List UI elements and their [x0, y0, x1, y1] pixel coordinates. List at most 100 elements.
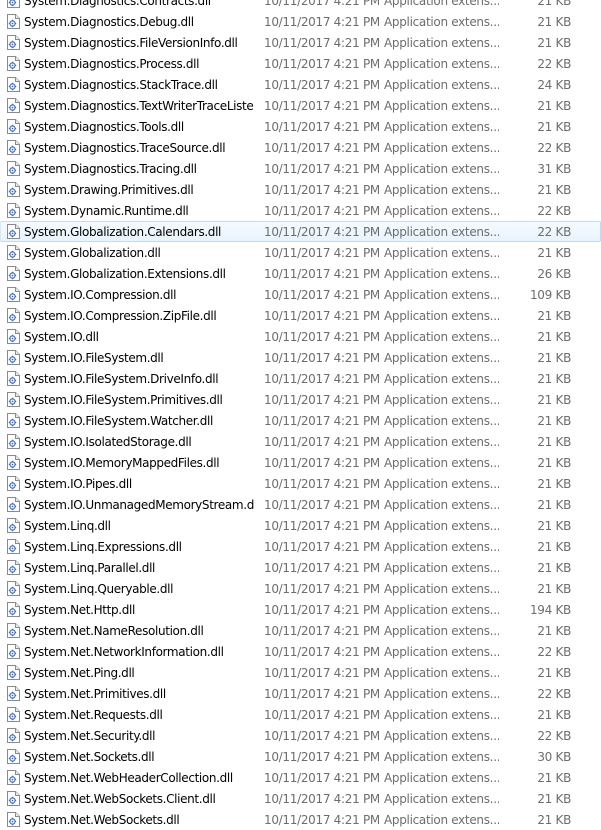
file-name: System.IO.IsolatedStorage.dll: [24, 435, 192, 449]
file-row[interactable]: System.Diagnostics.Debug.dll 10/11/2017 …: [0, 11, 601, 32]
file-row[interactable]: System.Diagnostics.Tracing.dll 10/11/201…: [0, 158, 601, 179]
file-row[interactable]: System.Dynamic.Runtime.dll 10/11/2017 4:…: [0, 200, 601, 221]
file-row[interactable]: System.Net.WebSockets.dll 10/11/2017 4:2…: [0, 809, 601, 830]
dll-file-icon: [7, 686, 20, 701]
file-date-modified: 10/11/2017 4:21 PM: [264, 0, 379, 8]
file-size: 21 KB: [537, 36, 571, 50]
file-row[interactable]: System.Net.Requests.dll 10/11/2017 4:21 …: [0, 704, 601, 725]
dll-file-icon: [7, 623, 20, 638]
file-name: System.Net.Ping.dll: [24, 666, 135, 680]
file-row[interactable]: System.IO.Pipes.dll 10/11/2017 4:21 PM A…: [0, 473, 601, 494]
dll-file-icon: [7, 728, 20, 743]
file-name: System.Linq.dll: [24, 519, 111, 533]
file-date-modified: 10/11/2017 4:21 PM: [264, 582, 379, 596]
file-date-modified: 10/11/2017 4:21 PM: [264, 456, 379, 470]
file-row[interactable]: System.Net.Ping.dll 10/11/2017 4:21 PM A…: [0, 662, 601, 683]
file-name: System.Net.WebSockets.Client.dll: [24, 792, 216, 806]
file-row[interactable]: System.Linq.Queryable.dll 10/11/2017 4:2…: [0, 578, 601, 599]
dll-file-icon: [7, 581, 20, 596]
file-row[interactable]: System.IO.UnmanagedMemoryStream.dll 10/1…: [0, 494, 601, 515]
file-row[interactable]: System.Net.Primitives.dll 10/11/2017 4:2…: [0, 683, 601, 704]
dll-file-icon: [7, 791, 20, 806]
file-size: 21 KB: [537, 666, 571, 680]
file-size: 22 KB: [537, 729, 571, 743]
file-type: Application extens...: [384, 792, 499, 806]
dll-file-icon: [7, 560, 20, 575]
file-date-modified: 10/11/2017 4:21 PM: [264, 540, 379, 554]
file-row[interactable]: System.Linq.dll 10/11/2017 4:21 PM Appli…: [0, 515, 601, 536]
file-row[interactable]: System.Net.Http.dll 10/11/2017 4:21 PM A…: [0, 599, 601, 620]
file-name: System.Net.WebHeaderCollection.dll: [24, 771, 233, 785]
dll-file-icon: [7, 455, 20, 470]
file-row[interactable]: System.IO.Compression.dll 10/11/2017 4:2…: [0, 284, 601, 305]
file-name: System.IO.FileSystem.dll: [24, 351, 164, 365]
file-row[interactable]: System.IO.dll 10/11/2017 4:21 PM Applica…: [0, 326, 601, 347]
file-row[interactable]: System.Drawing.Primitives.dll 10/11/2017…: [0, 179, 601, 200]
file-row[interactable]: System.Net.Sockets.dll 10/11/2017 4:21 P…: [0, 746, 601, 767]
file-date-modified: 10/11/2017 4:21 PM: [264, 225, 379, 239]
file-row[interactable]: System.Diagnostics.StackTrace.dll 10/11/…: [0, 74, 601, 95]
file-size: 21 KB: [537, 0, 571, 8]
file-size: 194 KB: [529, 603, 571, 617]
file-row[interactable]: System.Diagnostics.Process.dll 10/11/201…: [0, 53, 601, 74]
file-row[interactable]: System.Diagnostics.TraceSource.dll 10/11…: [0, 137, 601, 158]
file-row[interactable]: System.Linq.Parallel.dll 10/11/2017 4:21…: [0, 557, 601, 578]
dll-file-icon: [7, 749, 20, 764]
file-date-modified: 10/11/2017 4:21 PM: [264, 645, 379, 659]
file-row[interactable]: System.Diagnostics.Contracts.dll 10/11/2…: [0, 0, 601, 11]
file-size: 21 KB: [537, 561, 571, 575]
file-row[interactable]: System.IO.Compression.ZipFile.dll 10/11/…: [0, 305, 601, 326]
file-row[interactable]: System.IO.IsolatedStorage.dll 10/11/2017…: [0, 431, 601, 452]
file-row[interactable]: System.Diagnostics.TextWriterTraceListe.…: [0, 95, 601, 116]
file-row[interactable]: System.Globalization.dll 10/11/2017 4:21…: [0, 242, 601, 263]
file-type: Application extens...: [384, 393, 499, 407]
file-date-modified: 10/11/2017 4:21 PM: [264, 624, 379, 638]
file-type: Application extens...: [384, 540, 499, 554]
file-size: 22 KB: [537, 225, 571, 239]
file-row[interactable]: System.IO.FileSystem.DriveInfo.dll 10/11…: [0, 368, 601, 389]
file-row[interactable]: System.Diagnostics.FileVersionInfo.dll 1…: [0, 32, 601, 53]
file-type: Application extens...: [384, 456, 499, 470]
file-type: Application extens...: [384, 687, 499, 701]
file-name: System.IO.dll: [24, 330, 99, 344]
file-row[interactable]: System.Diagnostics.Tools.dll 10/11/2017 …: [0, 116, 601, 137]
file-row[interactable]: System.Globalization.Extensions.dll 10/1…: [0, 263, 601, 284]
file-date-modified: 10/11/2017 4:21 PM: [264, 435, 379, 449]
file-size: 30 KB: [537, 750, 571, 764]
dll-file-icon: [7, 119, 20, 134]
file-row[interactable]: System.Net.WebSockets.Client.dll 10/11/2…: [0, 788, 601, 809]
dll-file-icon: [7, 224, 20, 239]
file-size: 21 KB: [537, 582, 571, 596]
file-date-modified: 10/11/2017 4:21 PM: [264, 372, 379, 386]
file-row[interactable]: System.Linq.Expressions.dll 10/11/2017 4…: [0, 536, 601, 557]
dll-file-icon: [7, 35, 20, 50]
file-name: System.IO.Pipes.dll: [24, 477, 132, 491]
file-name: System.IO.FileSystem.Primitives.dll: [24, 393, 223, 407]
dll-file-icon: [7, 497, 20, 512]
file-row[interactable]: System.Net.NameResolution.dll 10/11/2017…: [0, 620, 601, 641]
file-size: 22 KB: [537, 687, 571, 701]
dll-file-icon: [7, 476, 20, 491]
file-row[interactable]: System.IO.FileSystem.dll 10/11/2017 4:21…: [0, 347, 601, 368]
dll-file-icon: [7, 77, 20, 92]
file-row-hovered[interactable]: System.Globalization.Calendars.dll 10/11…: [0, 221, 601, 242]
file-row[interactable]: System.Net.Security.dll 10/11/2017 4:21 …: [0, 725, 601, 746]
file-name: System.Globalization.dll: [24, 246, 161, 260]
file-row[interactable]: System.IO.FileSystem.Watcher.dll 10/11/2…: [0, 410, 601, 431]
file-type: Application extens...: [384, 351, 499, 365]
file-date-modified: 10/11/2017 4:21 PM: [264, 708, 379, 722]
file-size: 21 KB: [537, 708, 571, 722]
file-type: Application extens...: [384, 372, 499, 386]
file-name: System.Diagnostics.Tools.dll: [24, 120, 184, 134]
file-date-modified: 10/11/2017 4:21 PM: [264, 750, 379, 764]
file-row[interactable]: System.IO.FileSystem.Primitives.dll 10/1…: [0, 389, 601, 410]
file-type: Application extens...: [384, 729, 499, 743]
file-list: System.Diagnostics.Contracts.dll 10/11/2…: [0, 0, 601, 830]
file-name: System.Dynamic.Runtime.dll: [24, 204, 189, 218]
file-row[interactable]: System.IO.MemoryMappedFiles.dll 10/11/20…: [0, 452, 601, 473]
file-type: Application extens...: [384, 708, 499, 722]
file-name: System.Globalization.Calendars.dll: [24, 225, 222, 239]
file-row[interactable]: System.Net.NetworkInformation.dll 10/11/…: [0, 641, 601, 662]
file-row[interactable]: System.Net.WebHeaderCollection.dll 10/11…: [0, 767, 601, 788]
file-date-modified: 10/11/2017 4:21 PM: [264, 414, 379, 428]
